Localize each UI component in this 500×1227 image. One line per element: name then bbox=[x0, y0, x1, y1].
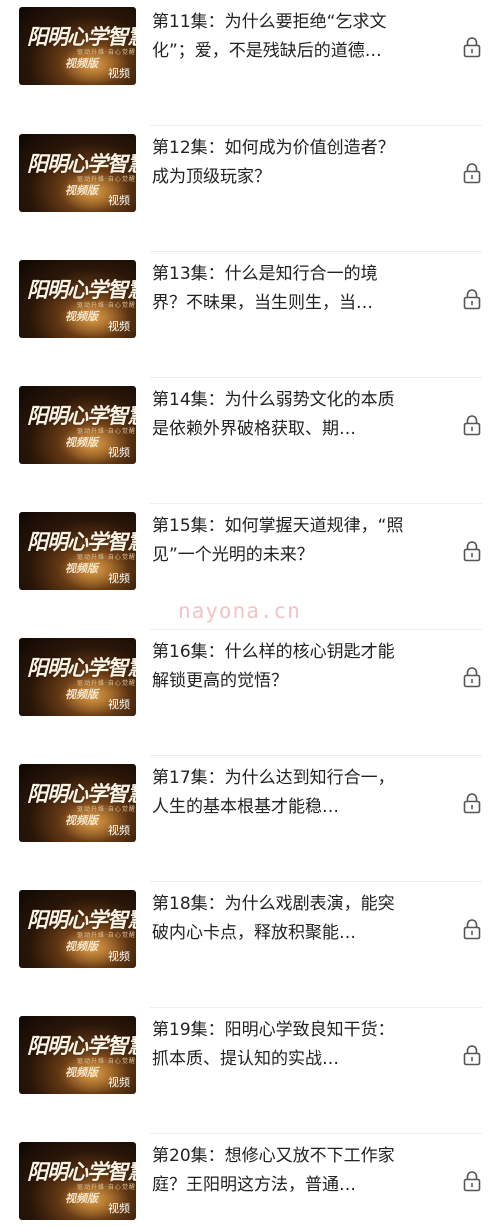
thumbnail-edition: 视频版 bbox=[65, 688, 98, 701]
thumbnail-edition: 视频版 bbox=[65, 1192, 98, 1205]
episode-row[interactable]: 阳明心学智慧 驱动升维·自心觉醒 视频版 视频 第19集：阳明心学致良知干货：抓… bbox=[0, 1008, 500, 1134]
episode-thumbnail: 阳明心学智慧 驱动升维·自心觉醒 视频版 视频 bbox=[19, 7, 136, 85]
thumbnail-edition: 视频版 bbox=[65, 184, 98, 197]
episode-thumbnail: 阳明心学智慧 驱动升维·自心觉醒 视频版 视频 bbox=[19, 764, 136, 842]
episode-thumbnail: 阳明心学智慧 驱动升维·自心觉醒 视频版 视频 bbox=[19, 1016, 136, 1094]
lock-icon bbox=[463, 163, 481, 184]
video-badge: 视频 bbox=[108, 572, 130, 585]
episode-title[interactable]: 第16集：什么样的核心钥匙才能解锁更高的觉悟？ bbox=[152, 638, 404, 696]
episode-thumbnail: 阳明心学智慧 驱动升维·自心觉醒 视频版 视频 bbox=[19, 386, 136, 464]
episode-row[interactable]: 阳明心学智慧 驱动升维·自心觉醒 视频版 视频 第18集：为什么戏剧表演，能突破… bbox=[0, 882, 500, 1008]
video-badge: 视频 bbox=[108, 320, 130, 333]
thumbnail-edition: 视频版 bbox=[65, 562, 98, 575]
video-badge: 视频 bbox=[108, 67, 130, 80]
video-badge: 视频 bbox=[108, 194, 130, 207]
episode-title[interactable]: 第13集：什么是知行合一的境界？不昧果，当生则生，当… bbox=[152, 260, 404, 318]
episode-row[interactable]: 阳明心学智慧 驱动升维·自心觉醒 视频版 视频 第11集：为什么要拒绝“乞求文化… bbox=[0, 0, 500, 126]
video-badge: 视频 bbox=[108, 698, 130, 711]
episode-title[interactable]: 第14集：为什么弱势文化的本质是依赖外界破格获取、期… bbox=[152, 386, 404, 444]
episode-title[interactable]: 第19集：阳明心学致良知干货：抓本质、提认知的实战… bbox=[152, 1016, 404, 1074]
video-badge: 视频 bbox=[108, 446, 130, 459]
thumbnail-edition: 视频版 bbox=[65, 436, 98, 449]
episode-thumbnail: 阳明心学智慧 驱动升维·自心觉醒 视频版 视频 bbox=[19, 134, 136, 212]
episode-row[interactable]: 阳明心学智慧 驱动升维·自心觉醒 视频版 视频 第12集：如何成为价值创造者？成… bbox=[0, 126, 500, 252]
video-badge: 视频 bbox=[108, 824, 130, 837]
episode-row[interactable]: 阳明心学智慧 驱动升维·自心觉醒 视频版 视频 第17集：为什么达到知行合一，人… bbox=[0, 756, 500, 882]
lock-icon bbox=[463, 541, 481, 562]
lock-icon bbox=[463, 37, 481, 58]
episode-row[interactable]: 阳明心学智慧 驱动升维·自心觉醒 视频版 视频 第14集：为什么弱势文化的本质是… bbox=[0, 378, 500, 504]
thumbnail-edition: 视频版 bbox=[65, 940, 98, 953]
watermark: nayona.cn bbox=[178, 599, 301, 623]
lock-icon bbox=[463, 919, 481, 940]
episode-title[interactable]: 第18集：为什么戏剧表演，能突破内心卡点，释放积聚能… bbox=[152, 890, 404, 948]
video-badge: 视频 bbox=[108, 950, 130, 963]
thumbnail-edition: 视频版 bbox=[65, 57, 98, 70]
video-badge: 视频 bbox=[108, 1076, 130, 1089]
episode-thumbnail: 阳明心学智慧 驱动升维·自心觉醒 视频版 视频 bbox=[19, 512, 136, 590]
episode-thumbnail: 阳明心学智慧 驱动升维·自心觉醒 视频版 视频 bbox=[19, 260, 136, 338]
thumbnail-edition: 视频版 bbox=[65, 814, 98, 827]
episode-title[interactable]: 第12集：如何成为价值创造者？成为顶级玩家？ bbox=[152, 134, 404, 192]
lock-icon bbox=[463, 1171, 481, 1192]
episode-thumbnail: 阳明心学智慧 驱动升维·自心觉醒 视频版 视频 bbox=[19, 890, 136, 968]
episode-title[interactable]: 第11集：为什么要拒绝“乞求文化”；爱，不是残缺后的道德… bbox=[152, 8, 404, 66]
episode-row[interactable]: 阳明心学智慧 驱动升维·自心觉醒 视频版 视频 第13集：什么是知行合一的境界？… bbox=[0, 252, 500, 378]
episode-title[interactable]: 第17集：为什么达到知行合一，人生的基本根基才能稳… bbox=[152, 764, 404, 822]
episode-row[interactable]: 阳明心学智慧 驱动升维·自心觉醒 视频版 视频 第20集：想修心又放不下工作家庭… bbox=[0, 1134, 500, 1227]
lock-icon bbox=[463, 667, 481, 688]
episode-row[interactable]: 阳明心学智慧 驱动升维·自心觉醒 视频版 视频 第16集：什么样的核心钥匙才能解… bbox=[0, 630, 500, 756]
lock-icon bbox=[463, 793, 481, 814]
lock-icon bbox=[463, 1045, 481, 1066]
episode-thumbnail: 阳明心学智慧 驱动升维·自心觉醒 视频版 视频 bbox=[19, 1142, 136, 1220]
thumbnail-edition: 视频版 bbox=[65, 310, 98, 323]
lock-icon bbox=[463, 289, 481, 310]
episode-title[interactable]: 第20集：想修心又放不下工作家庭？王阳明这方法，普通… bbox=[152, 1142, 404, 1200]
episode-title[interactable]: 第15集：如何掌握天道规律，“照见”一个光明的未来？ bbox=[152, 512, 404, 570]
lock-icon bbox=[463, 415, 481, 436]
video-badge: 视频 bbox=[108, 1202, 130, 1215]
thumbnail-edition: 视频版 bbox=[65, 1066, 98, 1079]
episode-thumbnail: 阳明心学智慧 驱动升维·自心觉醒 视频版 视频 bbox=[19, 638, 136, 716]
